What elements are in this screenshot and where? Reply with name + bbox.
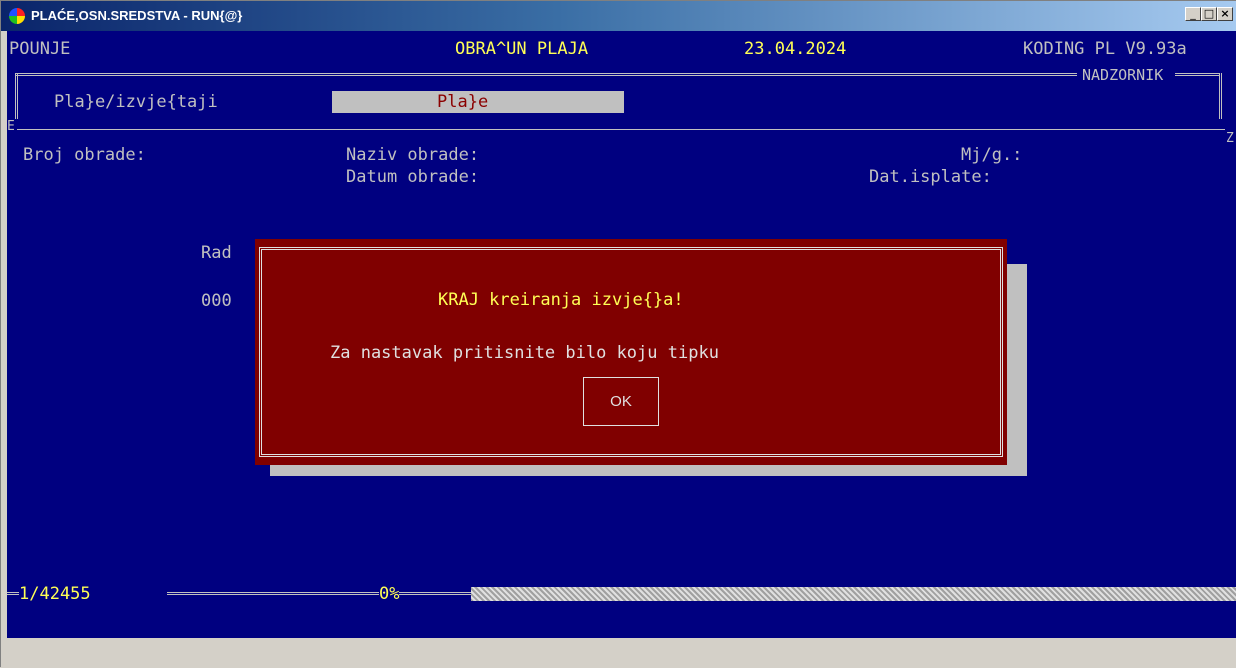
message-dialog: KRAJ kreiranja izvje{}a! Za nastavak pri…: [255, 239, 1007, 465]
title-bar[interactable]: PLAĆE,OSN.SREDSTVA - RUN{@} _ □ ×: [1, 1, 1236, 31]
progress-line-left: [7, 592, 19, 595]
datum-obrade-label: Datum obrade:: [346, 167, 480, 187]
rad-label-partial: Rad: [201, 243, 232, 263]
minimize-button[interactable]: _: [1185, 7, 1201, 21]
frame-separator: [17, 129, 1225, 130]
app-color-wheel-icon[interactable]: [9, 8, 25, 24]
company-name: POUNJE: [9, 39, 71, 59]
progress-percent: 0%: [379, 584, 400, 604]
frame-top-line: [15, 73, 1077, 76]
close-button[interactable]: ×: [1217, 7, 1233, 21]
application-window: PLAĆE,OSN.SREDSTVA - RUN{@} _ □ × POUNJE…: [0, 0, 1236, 668]
progress-bar-track: [471, 587, 1236, 601]
number-field-partial: 000: [201, 291, 232, 311]
datum-isplate-label: Dat.isplate:: [869, 167, 992, 187]
module-title: OBRA^UN PLAJA: [455, 39, 589, 59]
record-counter: 1/42455: [19, 584, 91, 604]
menu-item-place-izvjestaji[interactable]: Pla}e/izvje{taji: [54, 91, 218, 113]
ok-button[interactable]: OK: [583, 377, 659, 426]
user-label: NADZORNIK: [1082, 66, 1164, 84]
broj-obrade-label: Broj obrade:: [23, 145, 146, 165]
frame-edge-left: E: [7, 119, 15, 134]
window-title: PLAĆE,OSN.SREDSTVA - RUN{@}: [31, 8, 243, 23]
current-date: 23.04.2024: [744, 39, 847, 59]
console-screen: POUNJE OBRA^UN PLAJA 23.04.2024 KODING P…: [7, 31, 1236, 638]
progress-line-right: [399, 592, 471, 595]
menu-selected-value: Pla}e: [437, 92, 489, 112]
frame-top-line-right: [1175, 73, 1219, 76]
progress-line-mid: [167, 592, 379, 595]
maximize-button[interactable]: □: [1201, 7, 1217, 21]
mjesec-godina-label: Mj/g.:: [961, 145, 1023, 165]
status-bar: [1, 638, 1236, 668]
menu-selected-field[interactable]: Pla}e: [332, 91, 624, 113]
naziv-obrade-label: Naziv obrade:: [346, 145, 480, 165]
frame-right-line: [1219, 73, 1222, 119]
dialog-message: Za nastavak pritisnite bilo koju tipku: [330, 343, 719, 363]
frame-left-line: [15, 73, 18, 119]
frame-edge-right: Z: [1226, 131, 1234, 146]
dialog-title: KRAJ kreiranja izvje{}a!: [438, 290, 684, 310]
app-version: KODING PL V9.93a: [1023, 39, 1187, 59]
